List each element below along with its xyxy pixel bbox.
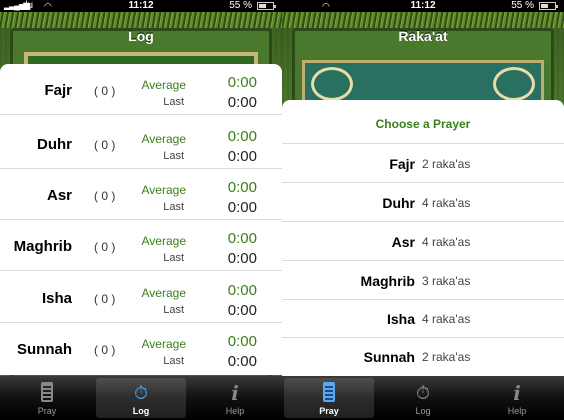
prayer-option[interactable]: Maghrib 3 raka'as <box>282 261 564 300</box>
rakaat-count: 2 raka'as <box>422 350 471 364</box>
prayer-count: ( 0 ) <box>94 240 116 254</box>
average-value: 0:00 <box>227 333 257 350</box>
prayer-rug-icon <box>323 382 335 402</box>
log-row[interactable]: Asr ( 0 ) Average Last 0:00 0:00 <box>0 169 282 220</box>
tab-label: Log <box>415 406 431 416</box>
rakaat-count: 4 raka'as <box>422 235 471 249</box>
prayer-option[interactable]: Duhr 4 raka'as <box>282 183 564 222</box>
log-row[interactable]: Duhr ( 0 ) Average Last 0:00 0:00 <box>0 118 282 169</box>
prayer-option[interactable]: Asr 4 raka'as <box>282 222 564 261</box>
tab-pray[interactable]: Pray <box>2 378 92 418</box>
battery-level <box>541 4 548 8</box>
average-value: 0:00 <box>227 230 257 247</box>
last-value: 0:00 <box>227 250 257 267</box>
stopwatch-icon: ⏱ <box>133 383 149 403</box>
average-label: Average <box>141 183 186 197</box>
average-value: 0:00 <box>227 179 257 196</box>
last-value: 0:00 <box>227 148 257 165</box>
prayer-name: Isha <box>386 311 415 327</box>
prayer-option[interactable]: Sunnah 2 raka'as <box>282 337 564 376</box>
average-value: 0:00 <box>227 282 257 299</box>
log-row[interactable]: Sunnah ( 0 ) Average Last 0:00 0:00 <box>0 323 282 374</box>
rakaat-count: 3 raka'as <box>422 274 471 288</box>
battery-icon <box>539 2 558 10</box>
tab-log[interactable]: ⏱ Log <box>378 378 468 418</box>
last-value: 0:00 <box>227 199 257 216</box>
last-label: Last <box>163 252 184 264</box>
average-value: 0:00 <box>227 128 257 145</box>
tab-label: Pray <box>37 406 57 416</box>
last-label: Last <box>163 304 184 316</box>
prayer-count: ( 0 ) <box>94 292 116 306</box>
prayer-name: Maghrib <box>360 273 415 289</box>
prayer-option[interactable]: Fajr 2 raka'as <box>282 144 564 183</box>
status-bar: 11:12 55 % ◠ <box>282 0 564 12</box>
last-label: Last <box>163 150 184 162</box>
battery-icon <box>257 2 276 10</box>
battery-percent: 55 % <box>511 0 534 11</box>
tab-label: Help <box>225 406 245 416</box>
prayer-count: ( 0 ) <box>94 84 116 98</box>
log-card: Fajr ( 0 ) Average Last 0:00 0:00 Duhr (… <box>0 64 282 375</box>
tab-bar: Pray ⏱ Log i Help <box>0 376 282 420</box>
stopwatch-icon: ⏱ <box>415 383 431 403</box>
tab-pray[interactable]: Pray <box>284 378 374 418</box>
rakaat-count: 4 raka'as <box>422 312 471 326</box>
tab-help[interactable]: i Help <box>472 378 562 418</box>
prayer-name: Duhr <box>37 136 72 153</box>
prayer-name: Asr <box>46 187 72 204</box>
prayer-name: Duhr <box>382 195 415 211</box>
rakaat-screen: 11:12 55 % ◠ Raka'at Choose a Prayer Faj… <box>282 0 564 420</box>
grass-border <box>0 12 282 28</box>
info-icon: i <box>231 381 239 405</box>
rakaat-count: 4 raka'as <box>422 196 471 210</box>
tab-label: Log <box>132 406 150 416</box>
average-label: Average <box>141 337 186 351</box>
prayer-name: Sunnah <box>17 341 72 358</box>
log-screen: ▂▃▄▅▆ du ◠ 11:12 55 % Log Fajr ( 0 ) Ave… <box>0 0 282 420</box>
average-label: Average <box>141 78 186 92</box>
prayer-rug-icon <box>41 382 53 402</box>
log-row[interactable]: Maghrib ( 0 ) Average Last 0:00 0:00 <box>0 220 282 271</box>
prayer-name: Isha <box>41 290 72 307</box>
last-value: 0:00 <box>227 94 257 111</box>
battery-level <box>259 4 266 8</box>
prayer-name: Fajr <box>44 82 72 99</box>
battery-percent: 55 % <box>229 0 252 11</box>
prayer-name: Asr <box>391 234 415 250</box>
prayer-option[interactable]: Isha 4 raka'as <box>282 299 564 338</box>
grass-border <box>282 12 564 28</box>
last-value: 0:00 <box>227 302 257 319</box>
tab-help[interactable]: i Help <box>190 378 280 418</box>
average-value: 0:00 <box>227 74 257 91</box>
prayer-count: ( 0 ) <box>94 138 116 152</box>
log-row[interactable]: Fajr ( 0 ) Average Last 0:00 0:00 <box>0 64 282 115</box>
prayer-name: Maghrib <box>13 238 72 255</box>
last-label: Last <box>163 96 184 108</box>
prayer-count: ( 0 ) <box>94 343 116 357</box>
last-value: 0:00 <box>227 353 257 370</box>
info-icon: i <box>513 381 521 405</box>
page-title: Log <box>128 28 154 44</box>
page-title: Raka'at <box>398 28 448 44</box>
average-label: Average <box>141 234 186 248</box>
log-row[interactable]: Isha ( 0 ) Average Last 0:00 0:00 <box>0 272 282 323</box>
sheet-title: Choose a Prayer <box>282 100 564 144</box>
status-bar: ▂▃▄▅▆ du ◠ 11:12 55 % <box>0 0 282 12</box>
wifi-icon: ◠ <box>322 1 330 11</box>
prayer-name: Sunnah <box>363 349 415 365</box>
last-label: Last <box>163 355 184 367</box>
last-label: Last <box>163 201 184 213</box>
tab-log[interactable]: ⏱ Log <box>96 378 186 418</box>
prayer-name: Fajr <box>389 156 415 172</box>
prayer-count: ( 0 ) <box>94 189 116 203</box>
average-label: Average <box>141 132 186 146</box>
tab-label: Pray <box>319 406 339 416</box>
tab-bar: Pray ⏱ Log i Help <box>282 376 564 420</box>
choose-prayer-sheet: Choose a Prayer Fajr 2 raka'as Duhr 4 ra… <box>282 100 564 376</box>
tab-label: Help <box>507 406 527 416</box>
rakaat-count: 2 raka'as <box>422 157 471 171</box>
average-label: Average <box>141 286 186 300</box>
